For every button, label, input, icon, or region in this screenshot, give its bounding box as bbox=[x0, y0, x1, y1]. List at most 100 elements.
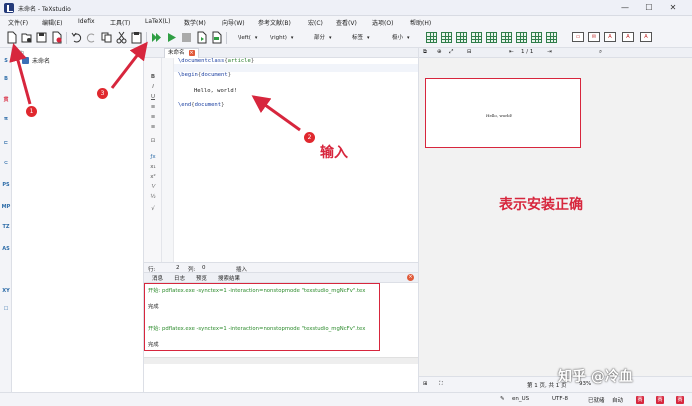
italic-icon[interactable]: I bbox=[149, 84, 157, 90]
preview-settings-icon[interactable]: ⊕ bbox=[437, 49, 442, 55]
size-combo[interactable]: 极小 ▾ bbox=[390, 32, 410, 44]
preview-zoom-icon[interactable]: ⊟ bbox=[467, 49, 472, 55]
view-icon[interactable] bbox=[195, 31, 208, 44]
undo-icon[interactable] bbox=[70, 31, 83, 44]
menu-tools[interactable]: 工具(T) bbox=[110, 18, 130, 27]
pstricks-tab[interactable]: PS bbox=[1, 182, 11, 188]
pencil-icon[interactable]: ✎ bbox=[500, 396, 505, 402]
tab-untitled[interactable]: 未命名 × bbox=[164, 48, 199, 58]
menu-wizards[interactable]: 向导(W) bbox=[222, 18, 245, 27]
pdf-icon[interactable] bbox=[210, 31, 223, 44]
status-mark[interactable]: 赛 bbox=[636, 396, 644, 404]
comment-icon[interactable]: ✉ bbox=[588, 32, 600, 42]
sqrt-icon[interactable]: √ bbox=[149, 206, 157, 212]
text-format-icon[interactable]: A bbox=[622, 32, 634, 42]
table-icon[interactable] bbox=[501, 32, 512, 43]
greek-tab[interactable]: π bbox=[1, 116, 11, 122]
structure-document-item[interactable]: 未命名 bbox=[22, 56, 50, 65]
menu-latex[interactable]: LaTeX(L) bbox=[145, 18, 171, 25]
align-right-icon[interactable]: ≡ bbox=[149, 124, 157, 130]
preview-tab[interactable]: ☐ bbox=[1, 306, 11, 312]
table-icon[interactable] bbox=[546, 32, 557, 43]
preview-undock-icon[interactable]: ⧉ bbox=[423, 49, 427, 56]
preview-grid-icon[interactable]: ⊞ bbox=[423, 381, 428, 387]
paste-icon[interactable] bbox=[130, 31, 143, 44]
menu-view[interactable]: 查看(V) bbox=[336, 18, 357, 27]
tab-messages[interactable]: 消息 bbox=[152, 274, 163, 282]
relations-tab[interactable]: ⊂ bbox=[1, 160, 11, 166]
menu-file[interactable]: 文件(F) bbox=[8, 18, 28, 27]
preview-fullscreen-icon[interactable]: ⛶ bbox=[439, 381, 443, 388]
maximize-button[interactable]: ☐ bbox=[640, 2, 658, 14]
status-mark[interactable]: 赛 bbox=[656, 396, 664, 404]
new-file-icon[interactable] bbox=[5, 31, 18, 44]
tikz-tab[interactable]: TZ bbox=[1, 224, 11, 230]
function-icon[interactable]: ƒx bbox=[149, 154, 157, 160]
asymptote-tab[interactable]: AS bbox=[1, 246, 11, 252]
subscript-icon[interactable]: x₁ bbox=[149, 164, 157, 170]
close-icon[interactable]: × bbox=[407, 274, 414, 281]
table-icon[interactable] bbox=[486, 32, 497, 43]
close-window-button[interactable]: ✕ bbox=[664, 2, 682, 14]
horizontal-scrollbar[interactable] bbox=[144, 357, 418, 364]
status-mark[interactable]: 赛 bbox=[676, 396, 684, 404]
preview-next-page-icon[interactable]: ⇥ bbox=[547, 49, 552, 55]
close-file-icon[interactable] bbox=[50, 31, 63, 44]
xymatrix-tab[interactable]: XY bbox=[1, 288, 11, 294]
left-delimiter-combo[interactable]: \left(▾ bbox=[236, 32, 257, 44]
align-left-icon[interactable]: ≡ bbox=[149, 104, 157, 110]
table-icon[interactable] bbox=[426, 32, 437, 43]
tab-search-results[interactable]: 搜索结果 bbox=[218, 274, 240, 282]
label-combo[interactable]: 标签 ▾ bbox=[350, 32, 370, 44]
step-badge: 2 bbox=[304, 132, 315, 143]
tab-log[interactable]: 日志 bbox=[174, 274, 185, 282]
superscript-icon[interactable]: x² bbox=[149, 174, 157, 180]
table-icon[interactable] bbox=[531, 32, 542, 43]
build-view-icon[interactable] bbox=[150, 31, 163, 44]
redo-icon[interactable] bbox=[85, 31, 98, 44]
preview-search-icon[interactable]: ⌕ bbox=[599, 49, 602, 56]
section-combo[interactable]: 部分 ▾ bbox=[312, 32, 332, 44]
encoding-selector[interactable]: UTF-8 bbox=[552, 396, 568, 402]
right-delimiter-combo[interactable]: \right) ▾ bbox=[268, 32, 293, 44]
structure-tab[interactable]: S bbox=[1, 58, 11, 64]
menu-idefix[interactable]: Idefix bbox=[78, 18, 95, 25]
menu-macros[interactable]: 宏(C) bbox=[308, 18, 323, 27]
symbols-tab[interactable]: 贯 bbox=[1, 96, 11, 103]
open-file-icon[interactable] bbox=[20, 31, 33, 44]
minimize-button[interactable]: — bbox=[616, 2, 634, 14]
preview-first-page-icon[interactable]: ⇤ bbox=[509, 49, 514, 55]
tab-preview[interactable]: 预览 bbox=[196, 274, 207, 282]
text-style-icon[interactable]: A bbox=[640, 32, 652, 42]
menu-options[interactable]: 选项(O) bbox=[372, 18, 393, 27]
preview-fit-icon[interactable]: ⤢ bbox=[449, 49, 453, 56]
metapost-tab[interactable]: MP bbox=[1, 204, 11, 210]
align-center-icon[interactable]: ≡ bbox=[149, 114, 157, 120]
newline-icon[interactable]: ⊡ bbox=[149, 138, 157, 144]
underline-icon[interactable]: U bbox=[149, 94, 157, 100]
save-icon[interactable] bbox=[35, 31, 48, 44]
menu-help[interactable]: 帮助(H) bbox=[410, 18, 431, 27]
text-color-icon[interactable]: A bbox=[604, 32, 616, 42]
language-selector[interactable]: en_US bbox=[512, 396, 529, 402]
code-editor[interactable]: \documentclass{article} \begin{document}… bbox=[174, 58, 418, 262]
bookmarks-tab[interactable]: B bbox=[1, 76, 11, 82]
stop-icon[interactable] bbox=[180, 31, 193, 44]
menu-bibliography[interactable]: 参考文献(B) bbox=[258, 18, 291, 27]
fraction-icon[interactable]: ⅟ bbox=[149, 184, 157, 190]
copy-icon[interactable] bbox=[100, 31, 113, 44]
dfrac-icon[interactable]: ½ bbox=[149, 194, 157, 200]
menu-math[interactable]: 数学(M) bbox=[184, 18, 206, 27]
bold-icon[interactable]: B bbox=[149, 74, 157, 80]
preview-canvas[interactable]: Hello, world! 表示安装正确 bbox=[419, 58, 692, 376]
table-icon[interactable] bbox=[456, 32, 467, 43]
menu-edit[interactable]: 编辑(E) bbox=[42, 18, 62, 27]
close-icon[interactable]: × bbox=[188, 50, 195, 56]
compile-icon[interactable] bbox=[165, 31, 178, 44]
operators-tab[interactable]: ⊏ bbox=[1, 140, 11, 146]
cut-icon[interactable] bbox=[115, 31, 128, 44]
table-icon[interactable] bbox=[471, 32, 482, 43]
format-icon[interactable]: ▭ bbox=[572, 32, 584, 42]
table-icon[interactable] bbox=[441, 32, 452, 43]
table-icon[interactable] bbox=[516, 32, 527, 43]
